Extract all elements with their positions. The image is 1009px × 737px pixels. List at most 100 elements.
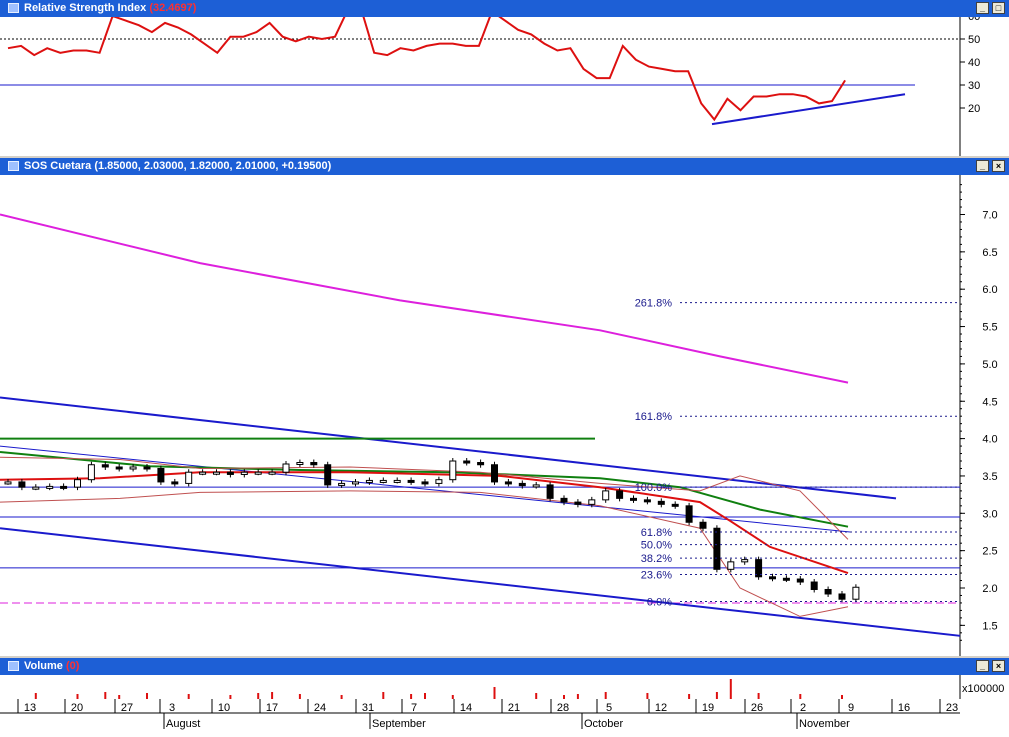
candle-body bbox=[421, 481, 429, 485]
price-values: (1.85000, 2.03000, 1.82000, 2.01000, +0.… bbox=[94, 160, 332, 172]
x-day-label: 17 bbox=[266, 702, 278, 714]
candle-body bbox=[852, 586, 860, 600]
candle-body bbox=[18, 481, 26, 488]
candle-body bbox=[449, 460, 457, 481]
candle-body bbox=[46, 485, 54, 489]
rsi-tick-label: 50 bbox=[968, 34, 980, 46]
price-tick-label: 2.0 bbox=[982, 583, 997, 595]
volume-axis-label-2: 000 bbox=[986, 683, 1004, 695]
volume-titlebar[interactable]: Volume (0) _ × bbox=[0, 658, 1009, 675]
ma-long-line bbox=[0, 213, 849, 384]
rsi-value: (32.4697) bbox=[149, 2, 197, 14]
x-day-label: 24 bbox=[314, 702, 326, 714]
price-chart: 7.0 6.5 6.0 5.5 5.0 4.5 4.0 3.5 3.0 2.5 2.0 1.5 261.… bbox=[0, 175, 998, 656]
rsi-tick-label: 40 bbox=[968, 57, 980, 69]
x-day-label: 27 bbox=[121, 702, 133, 714]
volume-title: Volume bbox=[24, 660, 63, 672]
x-day-label: 16 bbox=[898, 702, 910, 714]
x-day-label: 20 bbox=[71, 702, 83, 714]
candle-body bbox=[379, 479, 387, 483]
rsi-pane: Relative Strength Index (32.4697) _ □ 60… bbox=[0, 0, 1009, 156]
candle-body bbox=[463, 460, 471, 464]
candle-body bbox=[657, 500, 665, 505]
rsi-title: Relative Strength Index bbox=[24, 2, 147, 14]
volume-chart: x100 000 bbox=[34, 675, 1004, 699]
candle-body bbox=[282, 463, 290, 473]
candle-body bbox=[365, 479, 373, 483]
x-day-label: 26 bbox=[751, 702, 763, 714]
price-tick-label: 3.5 bbox=[982, 471, 997, 483]
candle-body bbox=[213, 471, 220, 475]
bollinger-lower bbox=[0, 490, 849, 617]
candle-body bbox=[782, 577, 790, 581]
maximize-button[interactable]: □ bbox=[992, 2, 1005, 14]
candle-body bbox=[616, 490, 624, 499]
x-day-label: 31 bbox=[362, 702, 374, 714]
pane-icon bbox=[8, 661, 19, 671]
candle-body bbox=[630, 497, 637, 501]
candle-body bbox=[532, 484, 540, 488]
x-month-label: August bbox=[166, 718, 200, 730]
price-tick-label: 6.5 bbox=[982, 247, 997, 259]
x-axis: 13 20 27 3 10 17 24 31 7 14 21 28 5 12 19 26 2 9 16 23 Augus… bbox=[0, 699, 1009, 737]
candle-body bbox=[199, 471, 207, 475]
pane-icon bbox=[8, 3, 19, 13]
price-titlebar[interactable]: SOS Cuetara (1.85000, 2.03000, 1.82000, … bbox=[0, 158, 1009, 175]
price-tick-label: 2.5 bbox=[982, 546, 997, 558]
x-day-label: 19 bbox=[702, 702, 714, 714]
minimize-button[interactable]: _ bbox=[976, 160, 989, 172]
volume-axis-label: x100 bbox=[962, 683, 986, 695]
fib-level-label: 261.8% bbox=[635, 298, 673, 310]
price-tick-label: 4.5 bbox=[982, 396, 997, 408]
candle-body bbox=[74, 479, 81, 488]
candle-body bbox=[727, 561, 735, 570]
candle-body bbox=[699, 521, 707, 529]
fib-level-label: 0.0% bbox=[647, 596, 672, 608]
price-title: SOS Cuetara bbox=[24, 160, 92, 172]
volume-value: (0) bbox=[65, 660, 80, 672]
rsi-tick-label: 20 bbox=[968, 103, 980, 115]
candle-body bbox=[352, 481, 359, 485]
fib-level-label: 61.8% bbox=[641, 527, 672, 539]
candle-body bbox=[643, 499, 651, 503]
x-day-label: 21 bbox=[508, 702, 520, 714]
x-day-label: 7 bbox=[411, 702, 417, 714]
price-tick-label: 5.0 bbox=[982, 359, 997, 371]
candle-body bbox=[157, 467, 165, 483]
candle-body bbox=[310, 462, 318, 466]
candle-body bbox=[226, 471, 234, 475]
minimize-button[interactable]: _ bbox=[976, 660, 989, 672]
x-month-label: October bbox=[584, 718, 623, 730]
candle-body bbox=[115, 466, 123, 470]
fib-level-label: 23.6% bbox=[641, 570, 672, 582]
x-month-label: November bbox=[799, 718, 850, 730]
rsi-tick-label: 30 bbox=[968, 80, 980, 92]
thin-trendline bbox=[0, 445, 851, 533]
x-day-label: 2 bbox=[800, 702, 806, 714]
fib-level-label: 50.0% bbox=[641, 540, 672, 552]
candle-body bbox=[741, 559, 749, 563]
fib-level-label: 100.0% bbox=[635, 482, 673, 494]
candle-body bbox=[87, 464, 95, 481]
x-day-label: 10 bbox=[218, 702, 230, 714]
fib-level-label: 161.8% bbox=[635, 411, 673, 423]
candle-body bbox=[171, 481, 179, 485]
x-day-label: 12 bbox=[655, 702, 667, 714]
candle-body bbox=[685, 505, 693, 523]
candle-body bbox=[518, 482, 526, 487]
channel-upper bbox=[0, 396, 897, 500]
candle-body bbox=[324, 464, 332, 486]
volume-pane: Volume (0) _ × x100 000 bbox=[0, 658, 1009, 699]
candle-body bbox=[546, 484, 554, 499]
rsi-titlebar[interactable]: Relative Strength Index (32.4697) _ □ bbox=[0, 0, 1009, 17]
candle-body bbox=[477, 462, 485, 466]
minimize-button[interactable]: _ bbox=[976, 2, 989, 14]
rsi-line bbox=[7, 17, 846, 122]
x-day-label: 23 bbox=[946, 702, 958, 714]
x-day-label: 5 bbox=[606, 702, 612, 714]
close-button[interactable]: × bbox=[992, 160, 1005, 172]
price-tick-label: 1.5 bbox=[982, 620, 997, 632]
x-day-label: 3 bbox=[169, 702, 175, 714]
close-button[interactable]: × bbox=[992, 660, 1005, 672]
candle-body bbox=[393, 479, 401, 483]
